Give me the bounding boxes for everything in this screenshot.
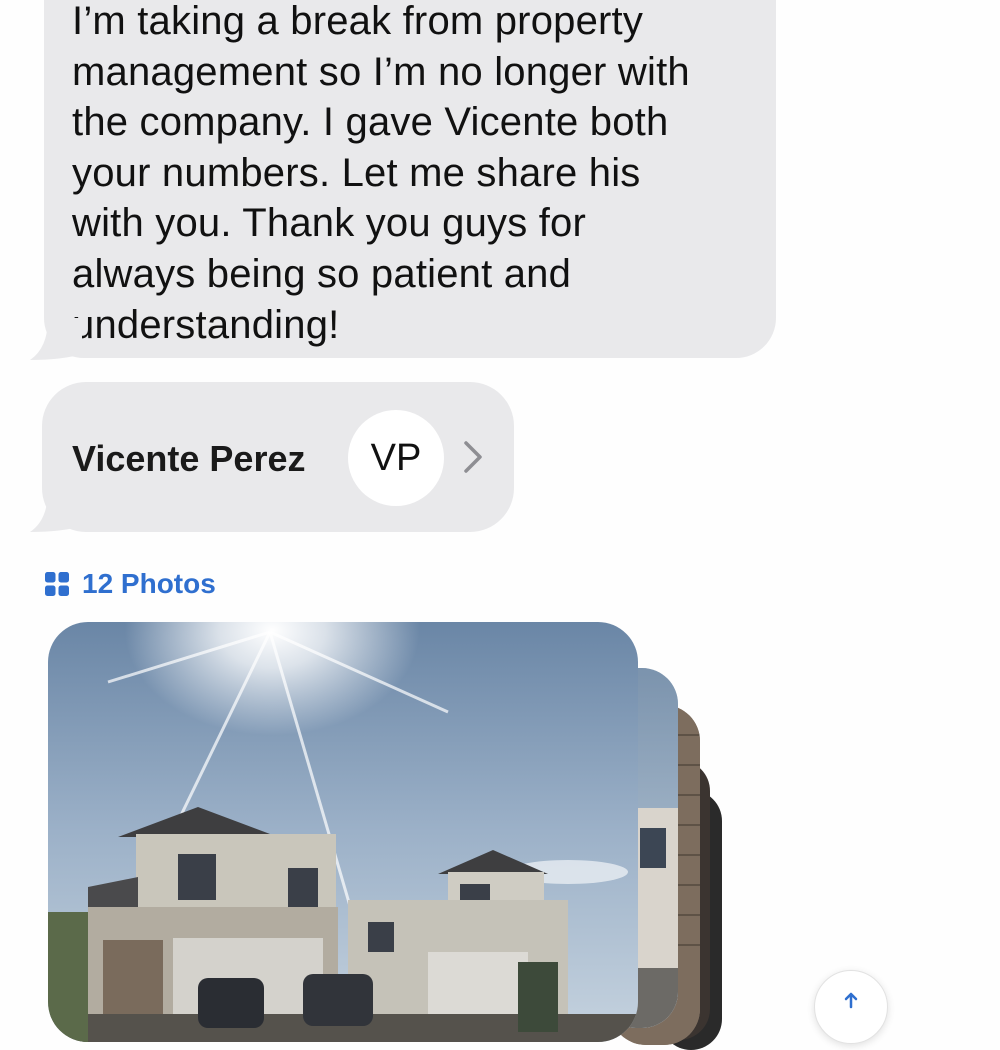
photos-header[interactable]: 12 Photos: [44, 568, 216, 600]
share-icon: [844, 992, 858, 1009]
message-text: I’m taking a break from property managem…: [72, 0, 690, 347]
share-photos-button[interactable]: [814, 970, 888, 1044]
contact-name: Vicente Perez: [72, 438, 306, 479]
message-bubble-tail: [30, 318, 82, 360]
photo-grid-icon: [45, 572, 69, 596]
contact-bubble-tail: [30, 490, 82, 532]
chevron-right-icon: [464, 441, 482, 473]
message-bubble[interactable]: I’m taking a break from property managem…: [44, 0, 776, 358]
contact-avatar: VP: [348, 410, 444, 506]
contact-initials: VP: [370, 436, 422, 479]
photos-count-label: 12 Photos: [82, 568, 216, 599]
photo-thumbnail[interactable]: [48, 622, 638, 1042]
contact-card-bubble[interactable]: Vicente Perez VP: [42, 382, 514, 532]
